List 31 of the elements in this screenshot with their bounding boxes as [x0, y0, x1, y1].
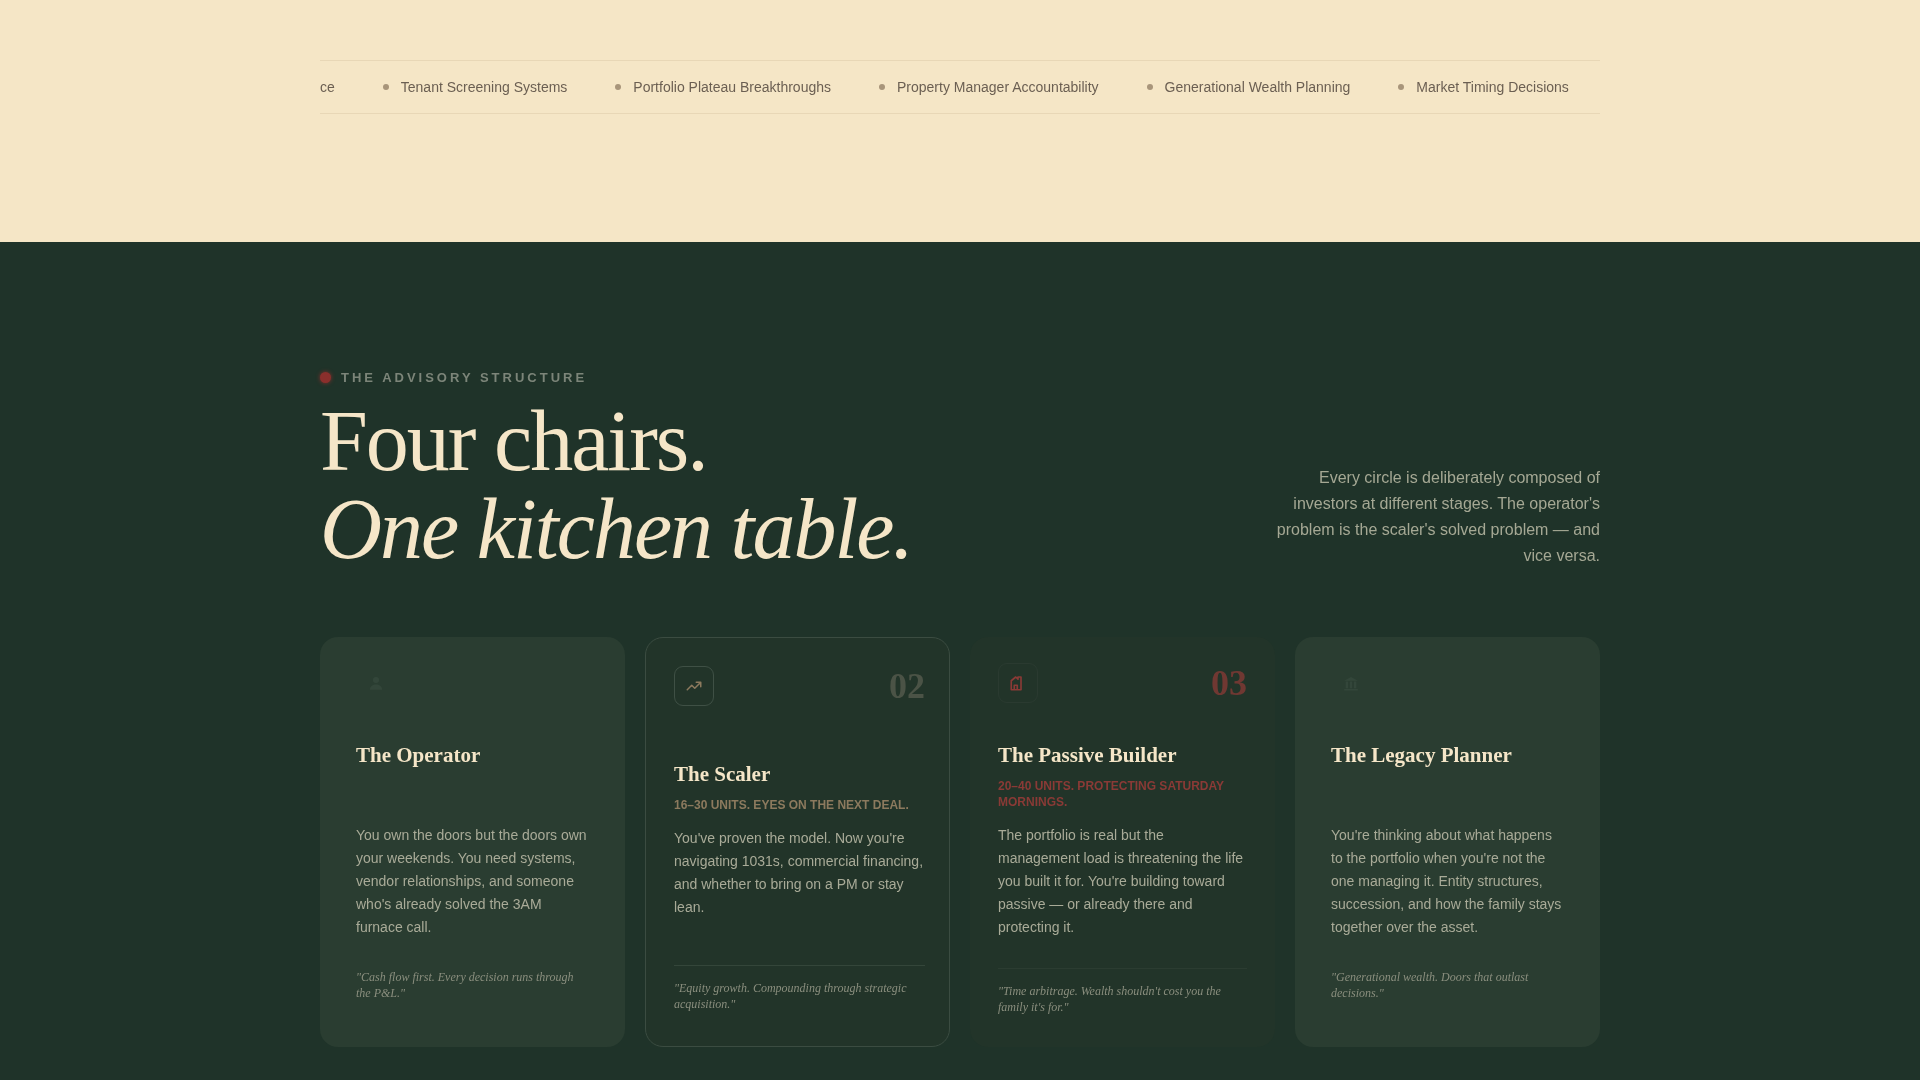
card-subtitle: 16–30 UNITS. EYES ON THE NEXT DEAL. [674, 797, 910, 813]
section-title-italic: One kitchen table. [320, 485, 913, 573]
section-eyebrow: THE ADVISORY STRUCTURE [341, 370, 588, 385]
card-quote: "Generational wealth. Doors that outlast decisions." [1331, 969, 1530, 1001]
bullet-icon [382, 84, 389, 90]
ticker-item: Portfolio Plateau Breakthroughs [633, 79, 831, 95]
ticker-item: Tenant Screening Systems [400, 79, 568, 95]
ticker-item: Property Manager Accountability [897, 79, 1099, 95]
card-description: You own the doors but the doors own your weekends. You need systems, vendor relationships, and someone who's already solved the 3AM furnace call. [356, 826, 588, 937]
card-description: The portfolio is real but the management load is threatening the life you built it for. You're building toward passive — or already there and protecting it. [998, 826, 1245, 937]
card-description: You've proven the model. Now you're navigating 1031s, commercial financing, and whether to bring on a PM or stay lean. [674, 829, 925, 917]
card-quote: "Equity growth. Compounding through strategic acquisition." [674, 980, 908, 1012]
card-quote: "Cash flow first. Every decision runs through the P&L." [356, 969, 575, 1001]
card-title: The Operator [356, 743, 482, 768]
accent-dot-icon [320, 372, 331, 383]
card-title: The Passive Builder [998, 743, 1178, 768]
card-number: 03 [1211, 662, 1247, 704]
bullet-icon [1146, 84, 1153, 90]
bullet-icon [1398, 84, 1405, 90]
card-title: The Legacy Planner [1331, 743, 1513, 768]
bullet-icon [615, 84, 622, 90]
card-subtitle: 20–40 UNITS. PROTECTING SATURDAY MORNINGS. [998, 778, 1225, 810]
ticker-item: ce [320, 79, 335, 95]
card-title: The Scaler [674, 762, 772, 787]
bullet-icon [879, 84, 885, 90]
ticker-item: Generational Wealth Planning [1164, 79, 1351, 95]
card-description: You're thinking about what happens to the portfolio when you're not the one managing it. Entity structures, succession, and how the family stays together over the asset. [1331, 826, 1563, 937]
section-title: Four chairs. [320, 397, 707, 485]
intro-paragraph: Every circle is deliberately composed of investors at different stages. The operator's problem is the scaler's solved problem — and vice versa. [1275, 468, 1600, 566]
ticker-item: Market Timing Decisions [1416, 79, 1569, 95]
card-quote: "Time arbitrage. Wealth shouldn't cost you the family it's for." [998, 983, 1222, 1015]
